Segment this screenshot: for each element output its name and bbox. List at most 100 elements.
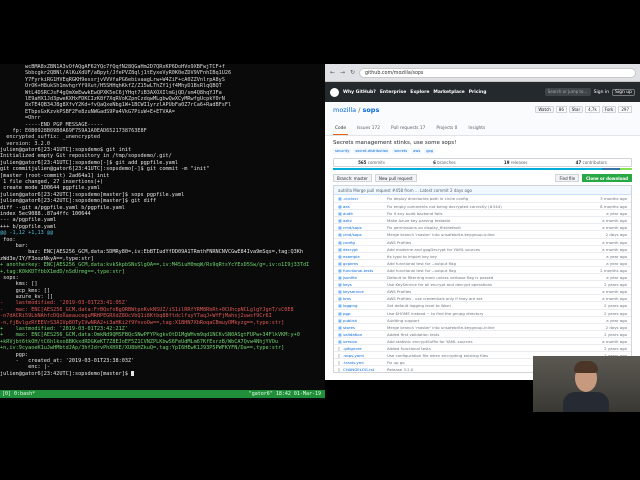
tab-issues[interactable]: Issues 172 xyxy=(355,126,382,135)
file-row[interactable]: ■ azkv Make Azure key parsing testable a mo… xyxy=(334,216,631,223)
commit-message-link[interactable]: Add functional test for --output flag xyxy=(387,260,593,266)
commit-message-link[interactable]: Set default logging level to Warn xyxy=(387,302,593,308)
file-name-link[interactable]: config xyxy=(343,239,387,245)
watch-count[interactable]: 86 xyxy=(555,106,567,113)
sign-in-link[interactable]: Sign in xyxy=(594,90,609,95)
topic-tag[interactable]: secrets xyxy=(392,148,410,154)
file-name-link[interactable]: kms xyxy=(343,295,387,301)
branch-select[interactable]: Branch: master xyxy=(333,174,372,182)
commit-message-link[interactable]: Add moderne and gpgDecrypt for YAML sour… xyxy=(387,246,593,252)
nav-enterprise[interactable]: Enterprise xyxy=(380,90,406,95)
file-row[interactable]: ■ kms AWS Profiles - use credentials only … xyxy=(334,294,631,301)
commit-message-link[interactable]: Added functional tests xyxy=(387,345,593,351)
file-name-link[interactable]: keys xyxy=(343,281,387,287)
commit-message-link[interactable]: Fix permissions on display_file/default xyxy=(387,224,593,230)
commits-link[interactable]: 565 commits xyxy=(358,160,385,165)
file-name-link[interactable]: .sops.yaml xyxy=(343,352,387,358)
github-logo-icon[interactable] xyxy=(330,87,339,97)
branches-link[interactable]: 6 branches xyxy=(433,160,456,165)
file-row[interactable]: ■ example fix typo to import key key a year… xyxy=(334,251,631,259)
repo-owner-link[interactable]: mozilla xyxy=(333,106,356,114)
file-row[interactable]: ■ stores Merge branch 'master' into unsafe… xyxy=(334,322,631,330)
file-row[interactable]: ■ jsonfile Default to filterring even unle… xyxy=(334,273,631,280)
file-row[interactable]: ■ functional-tests Add functional test for… xyxy=(334,265,631,273)
contributors-link[interactable]: 47 contributors xyxy=(576,160,607,165)
file-row[interactable]: ■ aes Fix empty comments not being decrypt… xyxy=(334,202,631,209)
file-row[interactable]: ■ keyservice AWS Profiles a month ago xyxy=(334,287,631,294)
file-name-link[interactable]: validation xyxy=(343,331,387,337)
file-row[interactable]: ■ logging Set default logging level to War… xyxy=(334,301,631,308)
file-name-link[interactable]: audit xyxy=(343,210,387,216)
file-name-link[interactable]: example xyxy=(343,253,387,259)
star-count[interactable]: 4,7k xyxy=(585,106,600,113)
file-row[interactable]: ■ validation Added first validation tests 2… xyxy=(334,329,631,337)
file-name-link[interactable]: cmd/sops xyxy=(343,231,387,237)
commit-message-link[interactable]: Use $HOME instead ~ to find the gnupg di… xyxy=(387,310,593,316)
file-name-link[interactable]: gcpkms xyxy=(343,260,387,266)
nav-explore[interactable]: Explore xyxy=(410,90,429,95)
nav-marketplace[interactable]: Marketplace xyxy=(433,90,464,95)
watch-button[interactable]: Watch xyxy=(535,106,554,113)
file-row[interactable]: ■ gcpkms Add functional test for --output … xyxy=(334,258,631,266)
topic-tag[interactable]: security xyxy=(333,148,352,154)
file-row[interactable]: ▯ .gitignore Added functional tests 2 years… xyxy=(334,343,631,351)
commit-message-link[interactable]: Merge branch 'master' into unsafebrite-k… xyxy=(387,231,593,237)
file-name-link[interactable]: version xyxy=(343,338,387,344)
file-name-link[interactable]: .travis.yml xyxy=(343,359,387,365)
repo-name-link[interactable]: sops xyxy=(362,106,379,114)
sign-up-button[interactable]: Sign up xyxy=(612,88,635,96)
file-name-link[interactable]: azkv xyxy=(343,217,387,223)
fork-button[interactable]: Fork xyxy=(601,106,617,113)
file-row[interactable]: ■ version Add statistic encryptSuffix for … xyxy=(334,336,631,344)
file-name-link[interactable]: .gitignore xyxy=(343,345,387,351)
tab-projects[interactable]: Projects 0 xyxy=(434,126,459,135)
topic-tag[interactable]: secret-distribution xyxy=(353,148,391,154)
commit-message-link[interactable]: AWS Profiles xyxy=(387,288,593,294)
commit-message-link[interactable]: Merge branch 'master' into unsafebrite-k… xyxy=(387,324,593,330)
nav-why-github[interactable]: Why GitHub? xyxy=(343,90,376,95)
clone-download-button[interactable]: Clone or download xyxy=(582,174,632,182)
search-input[interactable]: Search or jump to... xyxy=(544,88,591,96)
tab-insights[interactable]: Insights xyxy=(466,126,487,135)
file-name-link[interactable]: jsonfile xyxy=(343,274,387,280)
new-pull-request-button[interactable]: New pull request xyxy=(374,174,417,182)
file-row[interactable]: ■ publish Auditing support a year ago xyxy=(334,315,631,323)
reload-icon[interactable]: ↻ xyxy=(349,69,356,76)
file-row[interactable]: ■ cmd/sops Merge branch 'master' into unsa… xyxy=(334,230,631,237)
topic-tag[interactable]: aws xyxy=(411,148,423,154)
commit-message-link[interactable]: Add statistic encryptSuffix for YAML sou… xyxy=(387,338,593,344)
file-row[interactable]: ■ keys Use KeyService for all encrypt and … xyxy=(334,280,631,287)
file-name-link[interactable]: decrypt xyxy=(343,246,387,252)
commit-message-link[interactable]: Auditing support xyxy=(387,317,593,323)
file-row[interactable]: ■ .circleci Fix deploy directories path in… xyxy=(334,195,631,202)
star-button[interactable]: Star xyxy=(568,106,584,113)
file-row[interactable]: ■ pgp Use $HOME instead ~ to find the gnup… xyxy=(334,308,631,316)
latest-commit[interactable]: autrilla Merge pull request #458 from ..… xyxy=(334,186,631,195)
commit-message-link[interactable]: Default to filterring even unless verbos… xyxy=(387,274,593,280)
file-name-link[interactable]: keyservice xyxy=(343,288,387,294)
arrow-left-icon[interactable]: ← xyxy=(329,69,336,76)
file-name-link[interactable]: logging xyxy=(343,302,387,308)
commit-message-link[interactable]: Fix deploy directories path in circle co… xyxy=(387,195,593,202)
address-bar[interactable]: github.com/mozilla/sops xyxy=(359,67,636,78)
language-bar[interactable] xyxy=(333,168,632,170)
terminal-window[interactable]: wcBMA8xZBN1A3vOfAQgAF62YQc7fQqfN28QGaHm2… xyxy=(0,64,325,400)
file-name-link[interactable]: CHANGELOG.rst xyxy=(343,366,387,372)
commit-message-link[interactable]: Add functional test for --output flag xyxy=(387,267,593,273)
commit-message-link[interactable]: Fix if any audit backend fails xyxy=(387,210,593,216)
file-row[interactable]: ■ config AWS Profiles a month ago xyxy=(334,237,631,245)
releases-link[interactable]: 19 releases xyxy=(504,160,528,165)
file-name-link[interactable]: .circleci xyxy=(343,195,387,202)
nav-pricing[interactable]: Pricing xyxy=(469,90,487,95)
topic-tag[interactable]: gpg xyxy=(424,148,436,154)
file-name-link[interactable]: cmd/sops xyxy=(343,224,387,230)
commit-message-link[interactable]: Use KeyService for all encrypt and decry… xyxy=(387,281,593,287)
file-name-link[interactable]: aes xyxy=(343,203,387,209)
arrow-right-icon[interactable]: → xyxy=(339,69,346,76)
commit-message-link[interactable]: Added first validation tests xyxy=(387,331,593,337)
file-row[interactable]: ■ audit Fix if any audit backend fails a ye… xyxy=(334,209,631,216)
commit-message-link[interactable]: Fix empty comments not being decrypted c… xyxy=(387,203,593,209)
commit-message-link[interactable]: AWS Profiles - use credentials only if t… xyxy=(387,295,593,301)
file-name-link[interactable]: pgp xyxy=(343,310,387,316)
file-row[interactable]: ■ cmd/sops Fix permissions on display_file… xyxy=(334,223,631,230)
